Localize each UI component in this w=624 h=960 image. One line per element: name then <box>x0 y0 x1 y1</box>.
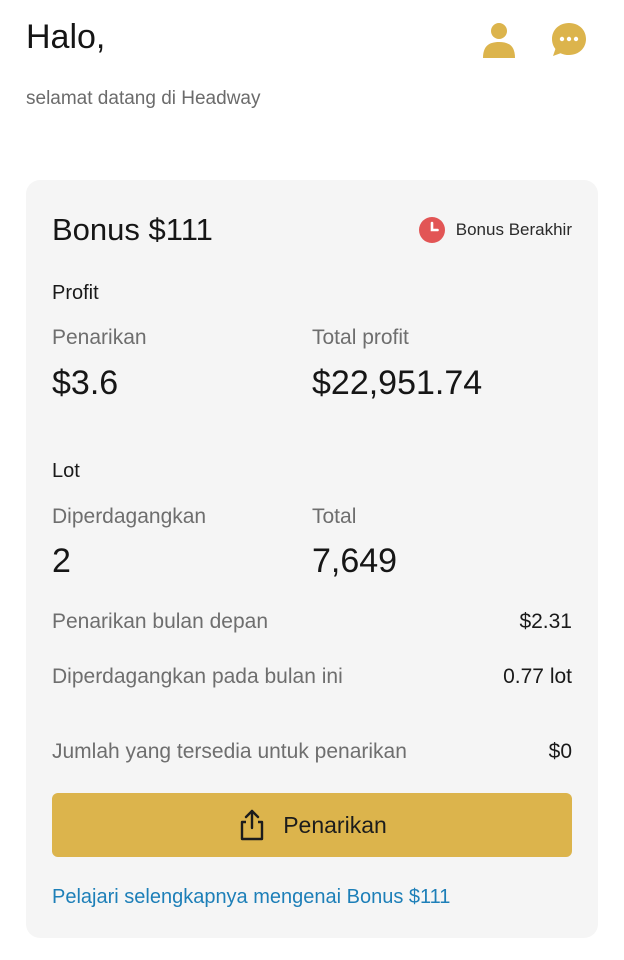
greeting-subtitle: selamat datang di Headway <box>26 88 261 109</box>
total-lot-label: Total <box>312 505 357 528</box>
next-month-withdrawal-value: $2.31 <box>519 610 572 633</box>
profit-section-label: Profit <box>52 282 99 304</box>
withdraw-button-label: Penarikan <box>283 811 387 838</box>
total-profit-label: Total profit <box>312 326 409 349</box>
clock-icon <box>418 217 445 243</box>
traded-this-month-value: 0.77 lot <box>503 665 572 688</box>
next-month-withdrawal-label: Penarikan bulan depan <box>52 610 269 633</box>
withdrawal-label: Penarikan <box>52 326 147 349</box>
traded-lot-value: 2 <box>52 542 71 580</box>
total-lot-value: 7,649 <box>312 542 398 580</box>
next-month-withdrawal-row: Penarikan bulan depan $2.31 <box>52 610 572 634</box>
available-withdrawal-value: $0 <box>548 740 572 763</box>
traded-lot-label: Diperdagangkan <box>52 505 207 528</box>
withdrawal-value: $3.6 <box>52 364 119 402</box>
user-icon[interactable] <box>479 20 519 60</box>
withdraw-button[interactable]: Penarikan <box>52 793 572 857</box>
available-withdrawal-label: Jumlah yang tersedia untuk penarikan <box>52 740 407 763</box>
bonus-title: Bonus $111 <box>52 212 213 247</box>
available-withdrawal-row: Jumlah yang tersedia untuk penarikan $0 <box>52 740 572 764</box>
bonus-expire-label: Bonus Berakhir <box>455 220 572 239</box>
traded-this-month-row: Diperdagangkan pada bulan ini 0.77 lot <box>52 665 572 689</box>
total-profit-value: $22,951.74 <box>312 364 483 402</box>
bonus-card: Bonus $111 Bonus Berakhir Profit Penarik… <box>26 180 598 938</box>
share-icon <box>241 809 264 841</box>
learn-more-link[interactable]: Pelajari selengkapnya mengenai Bonus $11… <box>52 886 450 909</box>
traded-this-month-label: Diperdagangkan pada bulan ini <box>52 665 343 688</box>
lot-section-label: Lot <box>52 460 80 482</box>
bonus-expire-badge: Bonus Berakhir <box>418 216 572 244</box>
page: Halo, selamat datang di Headway Bonus $1… <box>0 0 624 960</box>
chat-icon[interactable] <box>549 20 589 60</box>
greeting-title: Halo, <box>26 18 106 56</box>
